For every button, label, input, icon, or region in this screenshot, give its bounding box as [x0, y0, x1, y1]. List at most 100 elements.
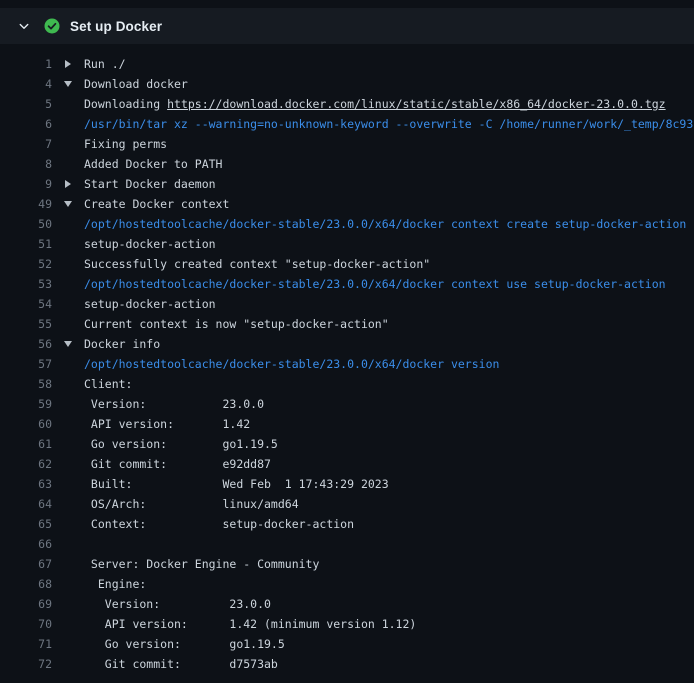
line-number[interactable]: 4	[12, 74, 52, 94]
log-line: 58 Client:	[0, 374, 694, 394]
line-number[interactable]: 9	[12, 174, 52, 194]
log-line: 8 Added Docker to PATH	[0, 154, 694, 174]
log-line: 55 Current context is now "setup-docker-a…	[0, 314, 694, 334]
line-number[interactable]: 60	[12, 414, 52, 434]
log-text: Docker info	[84, 334, 694, 354]
log-line: 60 API version: 1.42	[0, 414, 694, 434]
log-text: Version: 23.0.0	[84, 394, 694, 414]
line-number[interactable]: 64	[12, 494, 52, 514]
log-line: 68 Engine:	[0, 574, 694, 594]
log-line: 59 Version: 23.0.0	[0, 394, 694, 414]
log-segment: Engine:	[84, 577, 146, 591]
log-text: Create Docker context	[84, 194, 694, 214]
log-line: 5 Downloading https://download.docker.com…	[0, 94, 694, 114]
log-line: 66	[0, 534, 694, 554]
line-number[interactable]: 65	[12, 514, 52, 534]
log-segment: Current context is now "setup-docker-act…	[84, 317, 389, 331]
log-text: Current context is now "setup-docker-act…	[84, 314, 694, 334]
log-segment: Start Docker daemon	[84, 177, 216, 191]
line-number[interactable]: 56	[12, 334, 52, 354]
line-number[interactable]: 8	[12, 154, 52, 174]
line-number[interactable]: 54	[12, 294, 52, 314]
log-text: OS/Arch: linux/amd64	[84, 494, 694, 514]
line-number[interactable]: 59	[12, 394, 52, 414]
line-number[interactable]: 5	[12, 94, 52, 114]
step-header[interactable]: Set up Docker	[0, 8, 694, 44]
line-number[interactable]: 49	[12, 194, 52, 214]
log-line: 53/opt/hostedtoolcache/docker-stable/23.…	[0, 274, 694, 294]
log-line: 62 Git commit: e92dd87	[0, 454, 694, 474]
success-check-icon	[44, 18, 60, 34]
log-segment: Server: Docker Engine - Community	[84, 557, 319, 571]
log-text: Added Docker to PATH	[84, 154, 694, 174]
line-number[interactable]: 55	[12, 314, 52, 334]
log-segment: API version: 1.42	[84, 417, 250, 431]
line-number[interactable]: 51	[12, 234, 52, 254]
line-number[interactable]: 68	[12, 574, 52, 594]
log-line: 67 Server: Docker Engine - Community	[0, 554, 694, 574]
log-segment: /opt/hostedtoolcache/docker-stable/23.0.…	[84, 217, 686, 231]
log-segment: Built: Wed Feb 1 17:43:29 2023	[84, 477, 389, 491]
line-number[interactable]: 1	[12, 54, 52, 74]
log-line: 6/usr/bin/tar xz --warning=no-unknown-ke…	[0, 114, 694, 134]
log-line: 63 Built: Wed Feb 1 17:43:29 2023	[0, 474, 694, 494]
line-number[interactable]: 6	[12, 114, 52, 134]
line-number[interactable]: 63	[12, 474, 52, 494]
log-text: Server: Docker Engine - Community	[84, 554, 694, 574]
line-number[interactable]: 70	[12, 614, 52, 634]
log-line: 50/opt/hostedtoolcache/docker-stable/23.…	[0, 214, 694, 234]
log-text: Version: 23.0.0	[84, 594, 694, 614]
log-segment: /opt/hostedtoolcache/docker-stable/23.0.…	[84, 277, 666, 291]
log-line: 54 setup-docker-action	[0, 294, 694, 314]
log-text: Start Docker daemon	[84, 174, 694, 194]
line-number[interactable]: 66	[12, 534, 52, 554]
log-segment: Go version: go1.19.5	[84, 637, 285, 651]
log-line: 65 Context: setup-docker-action	[0, 514, 694, 534]
log-segment: setup-docker-action	[84, 237, 216, 251]
line-number[interactable]: 53	[12, 274, 52, 294]
line-number[interactable]: 67	[12, 554, 52, 574]
log-text: Go version: go1.19.5	[84, 434, 694, 454]
log-segment: Added Docker to PATH	[84, 157, 222, 171]
log-group-line[interactable]: 49 Create Docker context	[0, 194, 694, 214]
log-segment: Docker info	[84, 337, 160, 351]
log-segment: OS/Arch: linux/amd64	[84, 497, 299, 511]
log-group-line[interactable]: 4 Download docker	[0, 74, 694, 94]
log-group-line[interactable]: 1Run ./	[0, 54, 694, 74]
log-text: API version: 1.42	[84, 414, 694, 434]
log-segment: setup-docker-action	[84, 297, 216, 311]
log-segment: Git commit: d7573ab	[84, 657, 278, 671]
line-number[interactable]: 50	[12, 214, 52, 234]
disclosure-expanded-icon[interactable]	[52, 341, 84, 347]
step-title: Set up Docker	[70, 19, 162, 34]
chevron-down-icon[interactable]	[16, 18, 32, 34]
log-segment: Client:	[84, 377, 132, 391]
disclosure-expanded-icon[interactable]	[52, 81, 84, 87]
log-text: Git commit: d7573ab	[84, 654, 694, 674]
log-text: Built: Wed Feb 1 17:43:29 2023	[84, 474, 694, 494]
line-number[interactable]: 72	[12, 654, 52, 674]
line-number[interactable]: 61	[12, 434, 52, 454]
line-number[interactable]: 57	[12, 354, 52, 374]
line-number[interactable]: 69	[12, 594, 52, 614]
log-group-line[interactable]: 9 Start Docker daemon	[0, 174, 694, 194]
log-text: Download docker	[84, 74, 694, 94]
log-text: Downloading https://download.docker.com/…	[84, 94, 694, 114]
line-number[interactable]: 71	[12, 634, 52, 654]
log-segment: Version: 23.0.0	[84, 597, 271, 611]
log-text: setup-docker-action	[84, 294, 694, 314]
line-number[interactable]: 52	[12, 254, 52, 274]
log-text: Fixing perms	[84, 134, 694, 154]
log-segment: /usr/bin/tar xz --warning=no-unknown-key…	[84, 117, 693, 131]
log-area: 1Run ./4 Download docker 5 Downloading http…	[0, 44, 694, 674]
disclosure-collapsed-icon[interactable]	[52, 180, 84, 188]
log-group-line[interactable]: 56 Docker info	[0, 334, 694, 354]
line-number[interactable]: 7	[12, 134, 52, 154]
disclosure-collapsed-icon[interactable]	[52, 60, 84, 68]
line-number[interactable]: 62	[12, 454, 52, 474]
log-segment: Download docker	[84, 77, 188, 91]
disclosure-expanded-icon[interactable]	[52, 201, 84, 207]
log-line: 51 setup-docker-action	[0, 234, 694, 254]
log-link[interactable]: https://download.docker.com/linux/static…	[167, 97, 666, 111]
line-number[interactable]: 58	[12, 374, 52, 394]
